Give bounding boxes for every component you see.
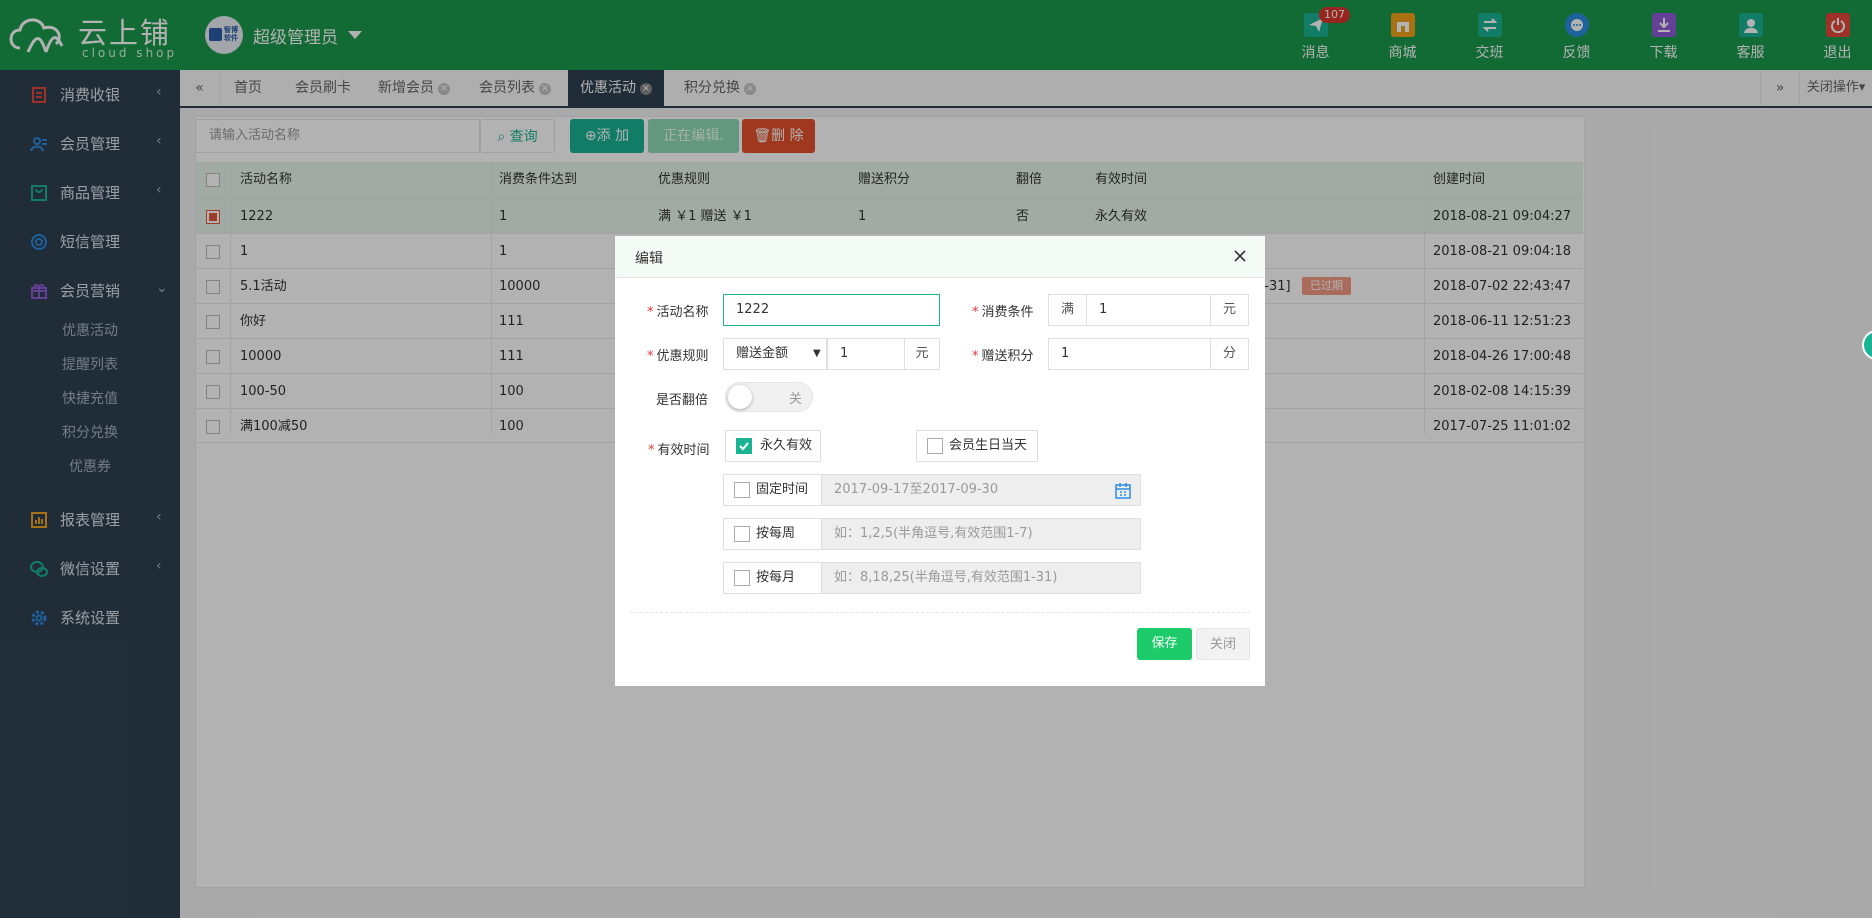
monthly-input[interactable]: 如：8,18,25(半角逗号,有效范围1-31) — [821, 562, 1141, 594]
condition-input[interactable]: 1 — [1086, 294, 1211, 326]
rule-type-select[interactable]: 赠送金额 ▼ — [723, 338, 827, 370]
close-button[interactable]: 关闭 — [1196, 628, 1250, 660]
double-label: 是否翻倍 — [656, 393, 709, 408]
modal-divider — [630, 612, 1250, 613]
birthday-checkbox[interactable] — [927, 438, 943, 454]
rule-amount-input[interactable]: 1 — [827, 338, 905, 370]
double-toggle[interactable]: 关 — [725, 382, 813, 412]
weekly-input[interactable]: 如：1,2,5(半角逗号,有效范围1-7) — [821, 518, 1141, 550]
activity-name-label: * 活动名称 — [647, 305, 709, 320]
monthly-checkbox[interactable] — [734, 570, 750, 586]
points-input[interactable]: 1 — [1048, 338, 1211, 370]
weekly-checkbox[interactable] — [734, 526, 750, 542]
modal-title: 编辑 — [635, 251, 663, 267]
activity-name-input[interactable]: 1222 — [723, 294, 940, 326]
calendar-icon[interactable] — [1114, 482, 1132, 500]
close-icon[interactable] — [1231, 247, 1249, 265]
points-label: * 赠送积分 — [972, 349, 1034, 364]
condition-suffix: 元 — [1210, 294, 1249, 326]
points-suffix: 分 — [1210, 338, 1249, 370]
fixed-time-checkbox[interactable] — [734, 482, 750, 498]
fixed-time-range-input[interactable]: 2017-09-17至2017-09-30 — [821, 474, 1141, 506]
forever-checkbox[interactable] — [736, 438, 752, 454]
modal-header: 编辑 — [615, 236, 1265, 278]
caret-down-icon: ▼ — [813, 348, 821, 359]
rule-label: * 优惠规则 — [647, 349, 709, 364]
valid-time-label: * 有效时间 — [648, 443, 710, 458]
condition-prefix: 满 — [1048, 294, 1087, 326]
rule-suffix: 元 — [904, 338, 940, 370]
condition-label: * 消费条件 — [972, 305, 1034, 320]
save-button[interactable]: 保存 — [1137, 628, 1192, 660]
check-icon — [739, 442, 749, 451]
